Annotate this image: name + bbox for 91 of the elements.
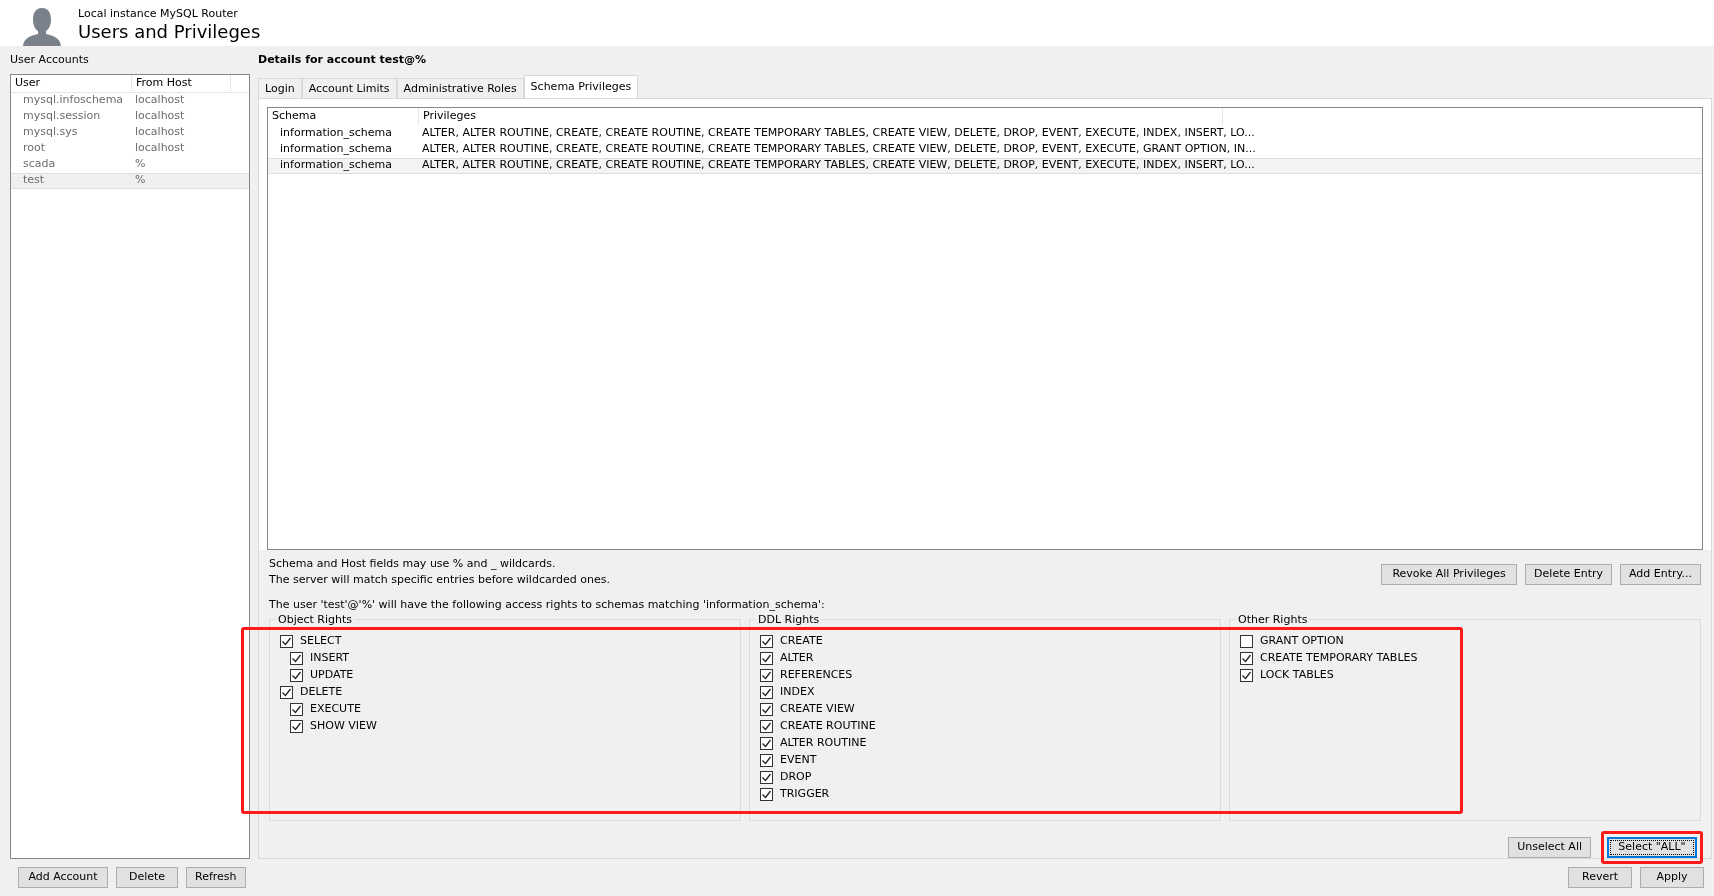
tab[interactable]: Account Limits [301,77,397,98]
checkbox-label: CREATE [780,633,823,650]
checkbox-label: INDEX [780,684,815,701]
checkbox[interactable] [290,703,303,716]
user-row[interactable]: scada % [11,156,249,173]
checkbox-label: TRIGGER [780,786,830,803]
host-name: % [134,172,147,189]
checkbox[interactable] [1240,652,1253,665]
checkbox-label: LOCK TABLES [1260,667,1334,684]
section-label: User Accounts [10,52,90,68]
user-avatar-icon [20,6,64,46]
host-name: localhost [134,92,186,109]
checkbox[interactable] [280,686,293,699]
tab[interactable]: Login [258,77,302,98]
host-name: localhost [134,108,186,125]
checkbox-label: CREATE TEMPORARY TABLES [1260,650,1418,667]
column-header[interactable]: Schema [268,108,418,125]
checkbox[interactable] [760,771,773,784]
column-header[interactable]: Privileges [418,108,1223,125]
column-header[interactable]: User [11,74,131,92]
host-name: % [134,156,147,173]
checkbox[interactable] [1240,635,1253,648]
checkbox[interactable] [760,703,773,716]
privilege-row[interactable]: information_schema ALTER, ALTER ROUTINE, CREATE, CREATE ROUTINE, CREATE TEMPORARY TABLES, CREATE VIEW, DELETE, DROP, EVENT, EXECUTE, INDEX, INSERT, LO... [268,157,1702,174]
checkbox-label: SELECT [300,633,342,650]
checkbox[interactable] [760,737,773,750]
footer-button[interactable]: Apply [1640,867,1704,888]
host-name: localhost [134,124,186,141]
privilege-list: ALTER, ALTER ROUTINE, CREATE, CREATE ROUTINE, CREATE TEMPORARY TABLES, CREATE VIEW, DELETE, DROP, EVENT, EXECUTE, INDEX, INSERT, LO... [418,125,1255,142]
note-text: Schema and Host fields may use % and _ wildcards. [269,555,557,572]
checkbox-label: DROP [780,769,812,786]
checkbox[interactable] [760,754,773,767]
checkbox-label: INSERT [310,650,349,667]
checkbox[interactable] [290,720,303,733]
checkbox-label: GRANT OPTION [1260,633,1344,650]
account-button[interactable]: Add Account [18,867,108,888]
checkbox-label: ALTER [780,650,814,667]
privilege-list: ALTER, ALTER ROUTINE, CREATE, CREATE ROUTINE, CREATE TEMPORARY TABLES, CREATE VIEW, DELETE, DROP, EVENT, EXECUTE, INDEX, INSERT, LO... [418,157,1255,174]
note-text: The server will match specific entries before wildcarded ones. [269,572,610,588]
account-button[interactable]: Refresh [186,867,246,888]
user-row[interactable]: mysql.sys localhost [11,124,249,141]
checkbox-label: EXECUTE [310,701,361,718]
user-name: scada [22,156,57,173]
checkbox[interactable] [760,669,773,682]
checkbox[interactable] [1240,669,1253,682]
user-name: mysql.sys [22,124,79,141]
schema-name: information_schema [279,157,393,174]
checkbox[interactable] [280,635,293,648]
host-name: localhost [134,140,186,157]
checkbox-label: EVENT [780,752,817,769]
schema-name: information_schema [279,141,393,158]
details-title: Details for account test@% [258,52,428,68]
user-row[interactable]: test % [11,172,249,189]
privilege-row[interactable]: information_schema ALTER, ALTER ROUTINE, CREATE, CREATE ROUTINE, CREATE TEMPORARY TABLES, CREATE VIEW, DELETE, DROP, EVENT, EXECUTE, GRANT OPTION, IN... [268,141,1702,158]
checkbox-label: UPDATE [310,667,354,684]
checkbox[interactable] [760,788,773,801]
footer-button[interactable]: Revert [1568,867,1632,888]
user-row[interactable]: mysql.infoschema localhost [11,92,249,109]
checkbox-label: DELETE [300,684,343,701]
checkbox[interactable] [760,652,773,665]
entry-button[interactable]: Revoke All Privileges [1381,563,1518,585]
checkbox[interactable] [290,652,303,665]
select-button[interactable]: Unselect All [1508,837,1591,858]
tab[interactable]: Administrative Roles [396,77,524,98]
user-name: test [22,172,46,189]
checkbox[interactable] [760,635,773,648]
privilege-row[interactable]: information_schema ALTER, ALTER ROUTINE, CREATE, CREATE ROUTINE, CREATE TEMPORARY TABLES, CREATE VIEW, DELETE, DROP, EVENT, EXECUTE, INDEX, INSERT, LO... [268,125,1702,142]
checkbox[interactable] [290,669,303,682]
rights-intro: The user 'test'@'%' will have the following access rights to schemas matching 'information_schema': [269,596,826,613]
entry-button[interactable]: Delete Entry [1525,563,1612,585]
page-title: Users and Privileges [78,22,261,42]
user-name: mysql.infoschema [22,92,125,109]
checkbox-label: REFERENCES [780,667,853,684]
checkbox[interactable] [760,686,773,699]
checkbox-label: ALTER ROUTINE [780,735,867,752]
subtitle: Local instance MySQL Router [78,5,239,22]
checkbox-label: CREATE ROUTINE [780,718,876,735]
checkbox-label: CREATE VIEW [780,701,855,718]
user-row[interactable]: mysql.session localhost [11,108,249,125]
user-name: mysql.session [22,108,102,125]
checkbox-label: SHOW VIEW [310,718,377,735]
user-row[interactable]: root localhost [11,140,249,157]
tab[interactable]: Schema Privileges [523,74,639,98]
column-header[interactable]: From Host [131,74,231,92]
privilege-list: ALTER, ALTER ROUTINE, CREATE, CREATE ROUTINE, CREATE TEMPORARY TABLES, CREATE VIEW, DELETE, DROP, EVENT, EXECUTE, GRANT OPTION, IN... [418,141,1256,158]
schema-name: information_schema [279,125,393,142]
account-button[interactable]: Delete [116,867,178,888]
select-button[interactable]: Select "ALL" [1607,837,1697,858]
user-name: root [22,140,47,157]
checkbox[interactable] [760,720,773,733]
entry-button[interactable]: Add Entry... [1620,563,1701,585]
